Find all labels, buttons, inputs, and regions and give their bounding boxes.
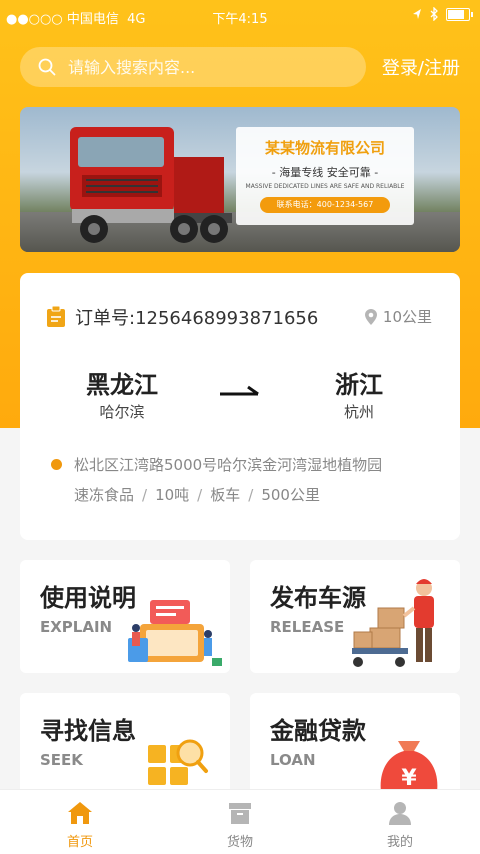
tab-label: 货物 [226, 835, 253, 850]
tag-cargo: 速冻食品 [74, 486, 135, 504]
location-arrow-icon [413, 9, 421, 19]
truck-image [70, 127, 232, 243]
search-input[interactable] [66, 56, 350, 78]
distance-text: 10公里 [382, 308, 432, 326]
yuan-symbol: ¥ [401, 766, 417, 791]
promo-banner[interactable]: 某某物流有限公司 - 海量专线 安全可靠 - MASSIVE DEDICATED… [20, 107, 460, 252]
explain-tile[interactable]: 使用说明 EXPLAIN [20, 560, 230, 673]
order-number: 订单号:1256468993871656 [75, 308, 319, 329]
tile-title: 金融贷款 [270, 717, 366, 745]
battery-icon [446, 7, 473, 21]
tile-subtitle: RELEASE [270, 618, 345, 636]
status-right [412, 7, 473, 21]
banner-info-panel: 某某物流有限公司 - 海量专线 安全可靠 - MASSIVE DEDICATED… [236, 127, 414, 225]
status-bar: ●●○○○ 中国电信 4G 下午4:15 [0, 0, 480, 32]
destination-city: 杭州 [343, 403, 374, 421]
route-arrow-icon [220, 385, 259, 396]
tile-subtitle: EXPLAIN [40, 618, 113, 636]
origin-province: 黑龙江 [86, 371, 158, 399]
tile-subtitle: SEEK [40, 751, 83, 769]
money-bag-illustration-icon: ¥ [380, 741, 438, 797]
banner-phone: 联系电话：400-1234-567 [260, 197, 390, 213]
status-time: 下午4:15 [212, 12, 268, 27]
origin-city: 哈尔滨 [99, 403, 145, 421]
tag-distance: 500公里 [261, 486, 320, 504]
order-address: 松北区江湾路5000号哈尔滨金河湾湿地植物园 [74, 456, 383, 474]
banner-slogan: - 海量专线 安全可靠 - [271, 166, 379, 179]
login-register-link[interactable]: 登录/注册 [382, 54, 460, 80]
release-tile[interactable]: 发布车源 RELEASE [250, 560, 460, 673]
clipboard-icon [47, 306, 65, 327]
user-icon [389, 802, 411, 825]
search-grid-illustration-icon [148, 739, 208, 785]
order-tags: 速冻食品/10吨 / 板车/500公里 [74, 486, 320, 504]
guide-illustration-icon [128, 600, 222, 666]
banner-english: MASSIVE DEDICATED LINES ARE SAFE AND REL… [245, 183, 405, 190]
tab-label: 首页 [66, 835, 93, 850]
order-card[interactable]: 订单号:1256468993871656 10公里 黑龙江 哈尔滨 浙江 杭州 … [20, 273, 460, 540]
destination-province: 浙江 [335, 371, 383, 399]
bottom-tab-bar: 首页 货物 我的 [0, 789, 480, 854]
search-icon [38, 58, 56, 76]
tile-title: 寻找信息 [40, 717, 136, 745]
delivery-man-illustration-icon [352, 579, 434, 667]
tab-goods[interactable]: 货物 [160, 790, 320, 854]
tab-label: 我的 [386, 835, 413, 850]
tag-weight: 10吨 [155, 486, 190, 504]
box-icon [229, 803, 251, 824]
home-icon [68, 802, 92, 824]
search-bar[interactable] [20, 47, 366, 87]
order-distance: 10公里 [364, 306, 432, 327]
banner-company: 某某物流有限公司 [264, 139, 385, 157]
tab-mine[interactable]: 我的 [320, 790, 480, 854]
location-pin-icon [364, 308, 377, 325]
address-dot-icon [51, 459, 62, 470]
tag-vehicle: 板车 [210, 486, 241, 504]
tab-home[interactable]: 首页 [0, 790, 160, 854]
bluetooth-icon [430, 7, 438, 21]
tile-subtitle: LOAN [270, 751, 316, 769]
